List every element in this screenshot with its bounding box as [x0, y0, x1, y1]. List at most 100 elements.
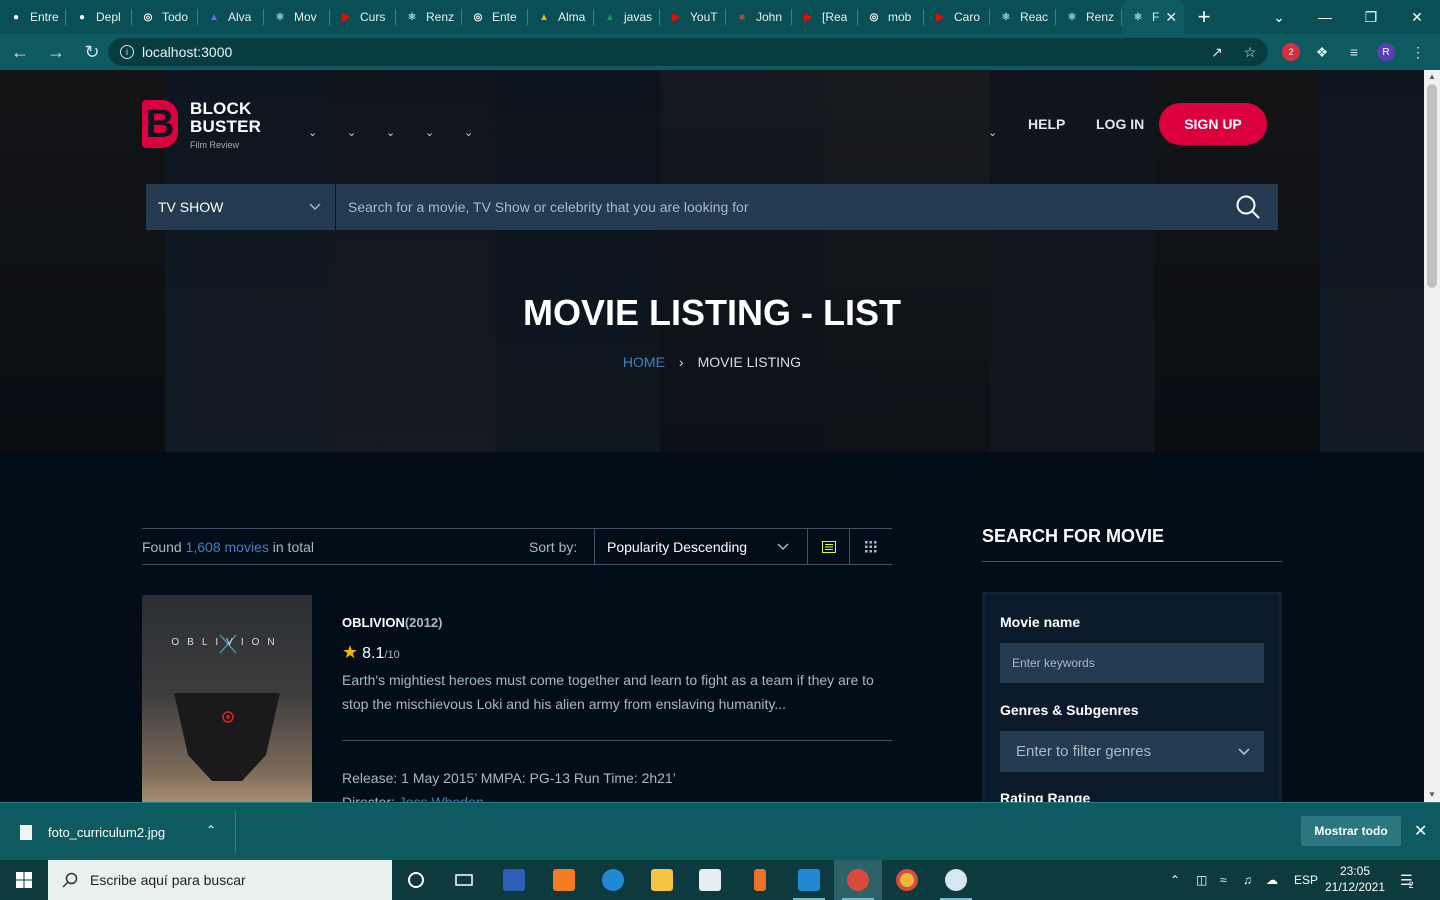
- director-label: Director:: [342, 794, 395, 802]
- profile-avatar[interactable]: R: [1377, 43, 1395, 61]
- scroll-up-icon[interactable]: ▲: [1428, 72, 1436, 81]
- onedrive-icon[interactable]: ☁: [1266, 860, 1278, 900]
- browser-tab[interactable]: ■ John: [726, 0, 792, 34]
- extension-badge-icon[interactable]: 2: [1282, 43, 1300, 61]
- site-search-input[interactable]: [336, 184, 1218, 230]
- movie-name-input[interactable]: [1000, 643, 1264, 683]
- breadcrumb: HOME › MOVIE LISTING: [0, 354, 1424, 370]
- forward-icon[interactable]: →: [40, 36, 72, 68]
- chevron-up-icon[interactable]: ⌃: [206, 823, 216, 837]
- recorder-icon[interactable]: [736, 860, 784, 900]
- breadcrumb-home-link[interactable]: HOME: [623, 354, 665, 370]
- browser-tab[interactable]: ▶ Caro: [924, 0, 990, 34]
- task-view-icon[interactable]: [440, 860, 488, 900]
- close-download-bar-icon[interactable]: ✕: [1414, 821, 1427, 841]
- nav-dropdown-chevron-icon[interactable]: ⌄: [464, 126, 473, 139]
- reload-icon[interactable]: ↻: [76, 36, 108, 68]
- browser-tab[interactable]: ◎ Todo: [132, 0, 198, 34]
- browser-tab[interactable]: ▲ Alva: [198, 0, 264, 34]
- notifications-icon[interactable]: ☰ 2: [1400, 860, 1414, 900]
- address-bar[interactable]: i localhost:3000: [108, 38, 1268, 66]
- search-category-select[interactable]: TV SHOW: [146, 184, 336, 230]
- language-indicator[interactable]: ESP: [1294, 860, 1318, 900]
- powershell-icon[interactable]: [490, 860, 538, 900]
- taskbar-search[interactable]: Escribe aquí para buscar: [48, 860, 392, 900]
- minimize-icon[interactable]: —: [1302, 0, 1348, 34]
- browser-tab-active[interactable]: ⚛ F ✕: [1122, 0, 1184, 34]
- browser-tab[interactable]: ⚛ Reac: [990, 0, 1056, 34]
- reading-list-icon[interactable]: ≡: [1345, 43, 1363, 61]
- drive-icon: ▲: [605, 11, 615, 23]
- browser-tab[interactable]: ⚛ Renz: [1056, 0, 1122, 34]
- browser-tab[interactable]: ▲ Alma: [528, 0, 594, 34]
- logo-text: BLOCK BUSTER Film Review: [190, 100, 261, 154]
- browser-tab[interactable]: ▶ YouT: [660, 0, 726, 34]
- browser-tab[interactable]: ⚛ Renz: [396, 0, 462, 34]
- nav-dropdown-chevron-icon[interactable]: ⌄: [386, 126, 395, 139]
- cortana-icon[interactable]: [392, 860, 440, 900]
- genres-select[interactable]: Enter to filter genres: [1000, 731, 1264, 772]
- grid-view-toggle[interactable]: [850, 529, 892, 564]
- xampp-icon[interactable]: [540, 860, 588, 900]
- nav-dropdown-chevron-icon[interactable]: ⌄: [425, 126, 434, 139]
- browser-tab[interactable]: ▶ Curs: [330, 0, 396, 34]
- nav-dropdown-chevron-icon[interactable]: ⌄: [988, 126, 997, 139]
- nav-help-link[interactable]: HELP: [1028, 116, 1065, 132]
- site-search-bar: TV SHOW: [146, 184, 1278, 230]
- show-all-downloads-button[interactable]: Mostrar todo: [1301, 816, 1401, 846]
- director-link[interactable]: Joss Whedon: [399, 794, 484, 802]
- new-tab-button[interactable]: +: [1184, 0, 1224, 34]
- tray-show-hidden-icon[interactable]: ⌃: [1170, 860, 1180, 900]
- nav-dropdown-chevron-icon[interactable]: ⌄: [347, 126, 356, 139]
- file-explorer-icon[interactable]: [638, 860, 686, 900]
- tab-label: YouT: [690, 10, 718, 24]
- chrome-icon[interactable]: [883, 860, 931, 900]
- back-icon[interactable]: ←: [4, 36, 36, 68]
- restore-icon[interactable]: ❐: [1348, 0, 1394, 34]
- youtube-icon: ▶: [804, 11, 812, 23]
- github-icon: ●: [78, 11, 86, 23]
- search-icon[interactable]: [1218, 184, 1278, 230]
- share-icon[interactable]: ↗: [1208, 43, 1226, 61]
- browser-tab[interactable]: ◎ Ente: [462, 0, 528, 34]
- download-item[interactable]: foto_curriculum2.jpg ⌃: [0, 811, 236, 853]
- chrome-profile-icon[interactable]: [834, 860, 882, 900]
- site-info-icon[interactable]: i: [120, 45, 134, 59]
- close-tab-icon[interactable]: ✕: [1165, 9, 1177, 26]
- browser-tab[interactable]: ● Depl: [66, 0, 132, 34]
- volume-icon[interactable]: ♫: [1243, 860, 1252, 900]
- site-logo[interactable]: B BLOCK BUSTER Film Review: [142, 100, 261, 154]
- sort-select[interactable]: Popularity Descending: [594, 529, 808, 564]
- tray-device-icon[interactable]: ◫: [1196, 860, 1207, 900]
- browser-menu-icon[interactable]: ⋮: [1409, 43, 1427, 61]
- scrollbar-thumb[interactable]: [1427, 84, 1437, 288]
- nav-dropdown-chevron-icon[interactable]: ⌄: [308, 126, 317, 139]
- tab-label: Renz: [1086, 10, 1115, 24]
- vscode-icon[interactable]: [785, 860, 833, 900]
- store-icon[interactable]: [686, 860, 734, 900]
- url-text: localhost:3000: [142, 44, 233, 60]
- browser-tab[interactable]: ● Entre: [0, 0, 66, 34]
- windows-start-icon[interactable]: [0, 860, 48, 900]
- chevron-down-icon: [1238, 747, 1250, 755]
- taskbar-clock[interactable]: 23:05 21/12/2021: [1320, 863, 1390, 895]
- browser-tab[interactable]: ⚛ Mov: [264, 0, 330, 34]
- browser-tab[interactable]: ▶ [Rea: [792, 0, 858, 34]
- rating-range-label: Rating Range: [1000, 790, 1091, 802]
- signup-button[interactable]: SIGN UP: [1159, 103, 1267, 145]
- list-view-toggle[interactable]: [808, 529, 850, 564]
- browser-tab[interactable]: ▲ javas: [594, 0, 660, 34]
- browser-tab[interactable]: ◎ mob: [858, 0, 924, 34]
- bookmark-star-icon[interactable]: ☆: [1241, 43, 1259, 61]
- tab-search-icon[interactable]: ⌄: [1256, 0, 1302, 34]
- paint-icon[interactable]: [932, 860, 980, 900]
- movie-poster[interactable]: OBLIVION: [142, 595, 312, 802]
- wifi-icon[interactable]: ≈: [1220, 860, 1227, 900]
- scroll-down-icon[interactable]: ▼: [1428, 790, 1436, 799]
- extensions-puzzle-icon[interactable]: ❖: [1313, 43, 1331, 61]
- close-window-icon[interactable]: ✕: [1394, 0, 1440, 34]
- movie-title[interactable]: OBLIVION(2012): [342, 615, 442, 630]
- nav-login-link[interactable]: LOG IN: [1096, 116, 1144, 132]
- page-scrollbar[interactable]: ▲ ▼: [1424, 70, 1440, 802]
- edge-icon[interactable]: [589, 860, 637, 900]
